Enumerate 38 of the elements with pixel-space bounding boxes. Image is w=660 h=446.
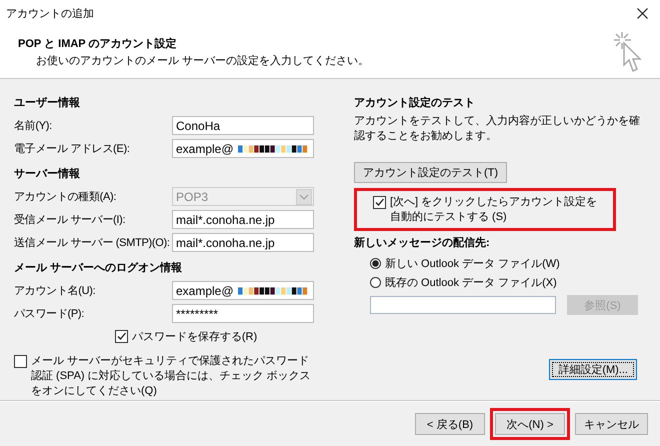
input-field[interactable]: mail*.conoha.ne.jp (172, 233, 314, 252)
field-label: パスワード(P): (14, 307, 86, 321)
input-field[interactable]: mail*.conoha.ne.jp (172, 210, 314, 229)
auto-test-checkbox[interactable]: [次へ] をクリックしたらアカウント設定を自動的にテストする (S) (354, 188, 616, 231)
test-account-button[interactable]: アカウント設定のテスト(T) (354, 162, 508, 183)
page-title: POP と IMAP のアカウント設定 (18, 36, 178, 51)
section-heading: サーバー情報 (14, 166, 80, 181)
section-heading: アカウント設定のテスト (354, 96, 475, 110)
field-label: アカウントの種類(A): (14, 190, 118, 204)
page-subtitle: お使いのアカウントのメール サーバーの設定を入力してください。 (35, 54, 370, 68)
radio-option[interactable]: 既存の Outlook データ ファイル(X) (370, 273, 557, 292)
field-label: アカウント名(U): (14, 284, 96, 298)
radio-option[interactable]: 新しい Outlook データ ファイル(W) (370, 254, 560, 273)
spa-checkbox[interactable]: メール サーバーがセキュリティで保護されたパスワード認証 (SPA) に対応している場合には、チェック ボックスをオンにしてください(Q) (14, 354, 314, 399)
field-label: 名前(Y): (14, 119, 53, 133)
section-heading: 新しいメッセージの配信先: (354, 236, 490, 250)
cursor-click-icon (612, 30, 642, 74)
description-text: アカウントをテストして、入力内容が正しいかどうかを確認することをお勧めします。 (354, 114, 641, 144)
field-label: 電子メール アドレス(E): (14, 142, 131, 156)
input-field[interactable]: example@ (172, 139, 314, 158)
chevron-down-icon (296, 188, 312, 204)
section-heading: ユーザー情報 (14, 96, 80, 110)
close-icon[interactable] (637, 8, 648, 18)
window-title: アカウントの追加 (6, 6, 94, 20)
input-field[interactable]: example@ (172, 281, 314, 300)
redaction-drawing (238, 144, 308, 152)
section-heading: メール サーバーへのログオン情報 (14, 260, 182, 275)
input-field[interactable]: ConoHa (172, 116, 314, 135)
save-password-checkbox[interactable]: パスワードを保存する(R) (114, 329, 258, 344)
input-field[interactable]: ********* (172, 304, 314, 323)
footer-button[interactable]: < 戻る(B) (415, 413, 485, 435)
field-label: 送信メール サーバー (SMTP)(O): (14, 236, 171, 250)
redaction-drawing (238, 286, 308, 294)
footer-button[interactable]: キャンセル (575, 413, 648, 435)
footer-button[interactable]: 次へ(N) > (495, 413, 565, 435)
field-label: 受信メール サーバー(I): (14, 212, 126, 227)
more-settings-button[interactable]: 詳細設定(M)... (549, 359, 637, 380)
input-field[interactable] (370, 296, 556, 314)
